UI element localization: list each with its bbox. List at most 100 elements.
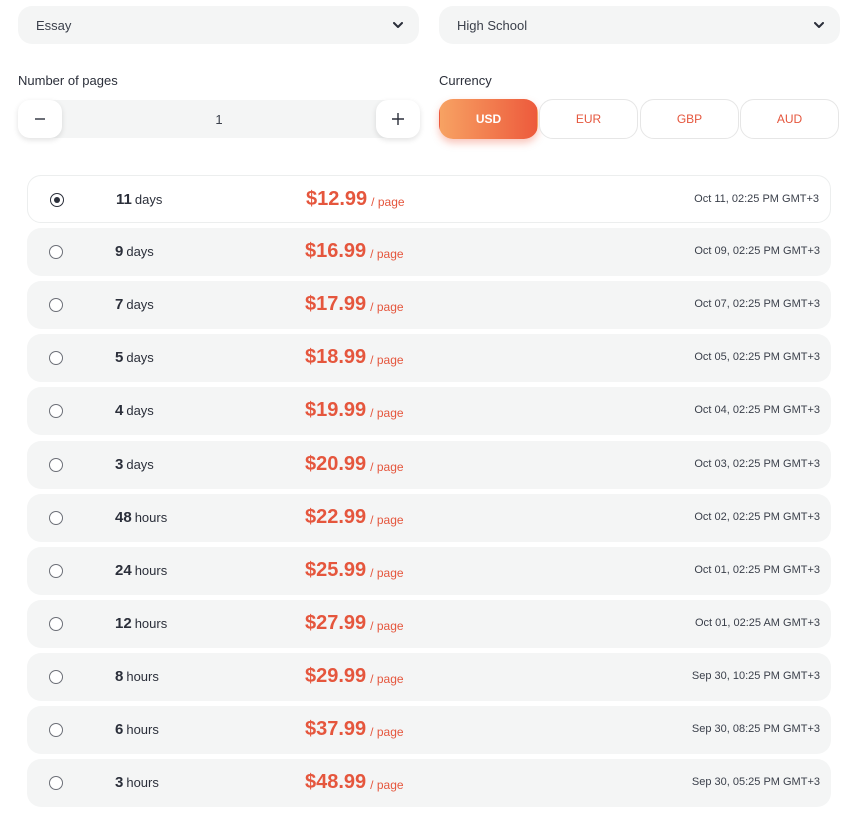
deadline-date: Oct 02, 02:25 PM GMT+3 [694, 511, 820, 523]
duration-number: 4 [115, 401, 124, 419]
deadline-price: $48.99/ page [305, 759, 404, 805]
duration-number: 5 [115, 348, 124, 366]
deadline-row[interactable]: 9 days $16.99/ page Oct 09, 02:25 PM GMT+3 [27, 228, 831, 276]
price-amount: $20.99 [305, 452, 367, 475]
plus-icon [392, 113, 404, 125]
price-amount: $25.99 [305, 558, 367, 581]
deadline-duration: 3 hours [115, 759, 159, 805]
price-amount: $17.99 [305, 292, 367, 315]
deadline-date: Sep 30, 08:25 PM GMT+3 [691, 723, 820, 735]
radio-button[interactable] [49, 776, 63, 790]
price-per-page: / page [370, 299, 404, 314]
price-amount: $12.99 [306, 187, 368, 210]
academic-level-value: High School [457, 17, 528, 33]
increment-button[interactable] [376, 100, 420, 138]
deadline-row[interactable]: 11 days $12.99/ page Oct 11, 02:25 PM GMT+3 [27, 175, 831, 223]
deadline-duration: 48 hours [115, 494, 167, 540]
duration-number: 8 [115, 667, 124, 685]
currency-label: Currency [439, 73, 492, 88]
decrement-button[interactable] [18, 100, 62, 138]
duration-unit: days [126, 456, 154, 472]
pages-label: Number of pages [18, 73, 118, 88]
currency-eur-button[interactable]: EUR [539, 99, 638, 139]
deadline-price: $37.99/ page [305, 706, 404, 752]
radio-button[interactable] [49, 511, 63, 525]
deadline-price: $29.99/ page [305, 653, 404, 699]
radio-button[interactable] [49, 617, 63, 631]
duration-number: 24 [115, 561, 132, 579]
deadline-date: Oct 01, 02:25 PM GMT+3 [694, 564, 820, 576]
deadline-date: Oct 04, 02:25 PM GMT+3 [694, 404, 820, 416]
deadline-price: $22.99/ page [305, 494, 404, 540]
radio-button[interactable] [49, 670, 63, 684]
price-amount: $27.99 [305, 611, 367, 634]
price-amount: $19.99 [305, 398, 367, 421]
radio-button[interactable] [49, 404, 63, 418]
radio-button[interactable] [49, 298, 63, 312]
deadline-date: Oct 01, 02:25 AM GMT+3 [694, 617, 820, 629]
deadline-price: $27.99/ page [305, 600, 404, 646]
deadline-row[interactable]: 12 hours $27.99/ page Oct 01, 02:25 AM GMT+… [27, 600, 831, 648]
deadline-duration: 24 hours [115, 547, 167, 593]
radio-button[interactable] [49, 458, 63, 472]
deadline-duration: 5 days [115, 334, 154, 380]
deadline-row[interactable]: 24 hours $25.99/ page Oct 01, 02:25 PM GMT+… [27, 547, 831, 595]
deadline-date: Oct 09, 02:25 PM GMT+3 [694, 245, 820, 257]
radio-button[interactable] [50, 193, 64, 207]
deadline-duration: 12 hours [115, 600, 167, 646]
deadline-date: Oct 07, 02:25 PM GMT+3 [694, 298, 820, 310]
minus-icon [35, 118, 45, 120]
price-amount: $18.99 [305, 345, 367, 368]
pages-value[interactable]: 1 [62, 100, 376, 138]
duration-unit: hours [134, 562, 168, 578]
deadline-duration: 6 hours [115, 706, 159, 752]
deadline-date: Sep 30, 10:25 PM GMT+3 [691, 670, 820, 682]
price-per-page: / page [370, 671, 404, 686]
deadline-row[interactable]: 8 hours $29.99/ page Sep 30, 10:25 PM GMT+3 [27, 653, 831, 701]
radio-button[interactable] [49, 351, 63, 365]
deadline-row[interactable]: 4 days $19.99/ page Oct 04, 02:25 PM GMT+3 [27, 387, 831, 435]
deadline-duration: 3 days [115, 441, 154, 487]
academic-level-select[interactable]: High School [439, 6, 840, 44]
price-per-page: / page [371, 194, 405, 209]
duration-unit: hours [134, 509, 168, 525]
duration-unit: hours [134, 615, 168, 631]
deadline-date: Sep 30, 05:25 PM GMT+3 [691, 776, 820, 788]
price-per-page: / page [370, 246, 404, 261]
deadline-row[interactable]: 3 hours $48.99/ page Sep 30, 05:25 PM GMT+3 [27, 759, 831, 807]
chevron-down-icon [391, 18, 405, 32]
deadline-price: $17.99/ page [305, 281, 404, 327]
deadline-duration: 4 days [115, 387, 154, 433]
price-per-page: / page [370, 618, 404, 633]
deadline-row[interactable]: 3 days $20.99/ page Oct 03, 02:25 PM GMT+3 [27, 441, 831, 489]
radio-button[interactable] [49, 564, 63, 578]
duration-number: 11 [116, 190, 132, 208]
deadline-duration: 9 days [115, 228, 154, 274]
price-per-page: / page [370, 777, 404, 792]
deadline-duration: 11 days [116, 176, 162, 222]
deadline-row[interactable]: 7 days $17.99/ page Oct 07, 02:25 PM GMT+3 [27, 281, 831, 329]
price-per-page: / page [370, 459, 404, 474]
deadline-row[interactable]: 6 hours $37.99/ page Sep 30, 08:25 PM GMT+3 [27, 706, 831, 754]
deadline-price: $19.99/ page [305, 387, 404, 433]
duration-unit: days [126, 243, 154, 259]
radio-button[interactable] [49, 245, 63, 259]
duration-unit: days [126, 349, 154, 365]
price-per-page: / page [370, 352, 404, 367]
deadline-price: $25.99/ page [305, 547, 404, 593]
deadline-row[interactable]: 48 hours $22.99/ page Oct 02, 02:25 PM GMT+… [27, 494, 831, 542]
duration-number: 7 [115, 295, 124, 313]
price-amount: $37.99 [305, 717, 367, 740]
currency-gbp-button[interactable]: GBP [640, 99, 739, 139]
radio-button[interactable] [49, 723, 63, 737]
currency-usd-button[interactable]: USD [439, 99, 538, 139]
paper-type-select[interactable]: Essay [18, 6, 419, 44]
deadline-price: $16.99/ page [305, 228, 404, 274]
duration-number: 3 [115, 455, 124, 473]
duration-unit: hours [126, 668, 159, 684]
currency-aud-button[interactable]: AUD [740, 99, 839, 139]
price-amount: $22.99 [305, 505, 367, 528]
deadline-date: Oct 11, 02:25 PM GMT+3 [694, 193, 819, 205]
deadline-row[interactable]: 5 days $18.99/ page Oct 05, 02:25 PM GMT+3 [27, 334, 831, 382]
deadline-duration: 8 hours [115, 653, 159, 699]
